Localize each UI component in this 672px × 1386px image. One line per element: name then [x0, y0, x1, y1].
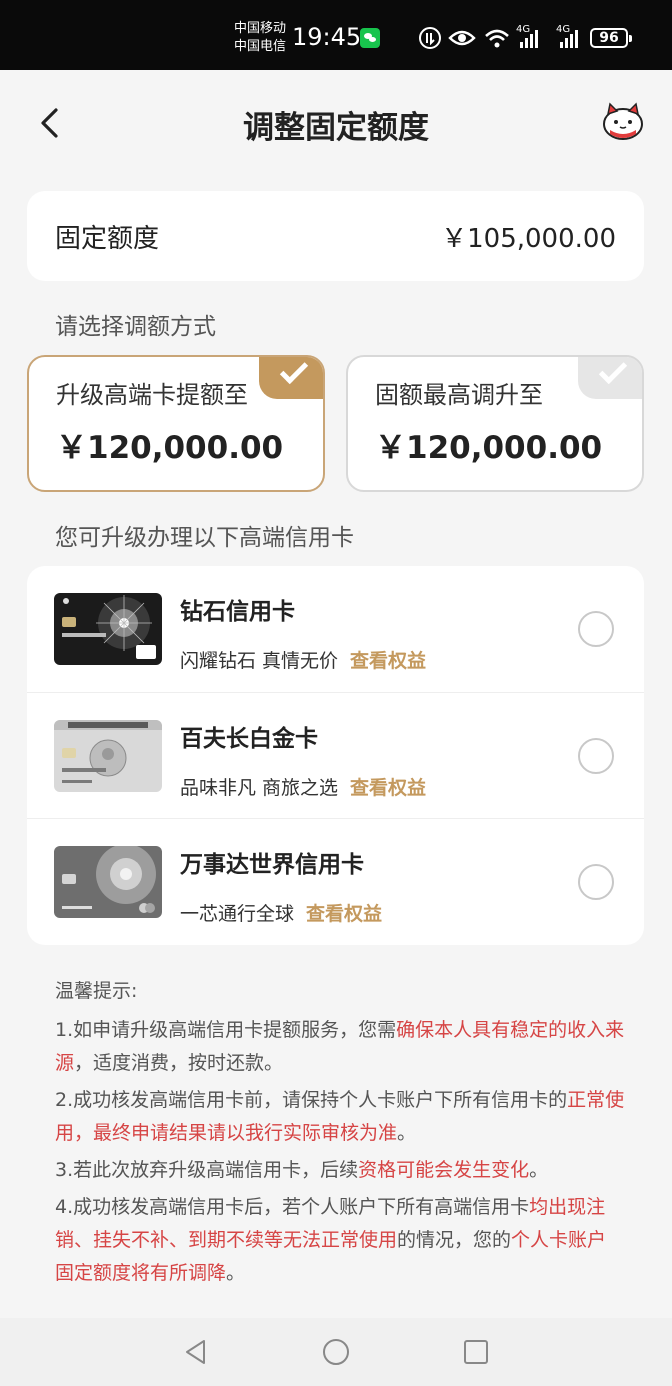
- carrier-info: 中国移动 中国电信: [234, 20, 286, 56]
- tip-text: 。: [397, 1122, 417, 1144]
- wifi-icon: [485, 29, 509, 48]
- checkmark-icon: [578, 357, 642, 399]
- tip-text: 1.如申请升级高端信用卡提额服务，您需: [55, 1019, 397, 1041]
- list-item[interactable]: 百夫长白金卡 品味非凡 商旅之选 查看权益: [27, 692, 644, 818]
- nfc-icon: [419, 27, 441, 49]
- upgrade-cards-label: 您可升级办理以下高端信用卡: [55, 525, 354, 551]
- fixed-quota-card: 固定额度 ￥105,000.00: [27, 191, 644, 281]
- nav-home-icon[interactable]: [322, 1338, 350, 1366]
- card-name: 百夫长白金卡: [180, 726, 318, 752]
- view-benefits-link[interactable]: 查看权益: [350, 650, 426, 672]
- card-tagline: 品味非凡 商旅之选: [180, 777, 339, 799]
- clock: 19:45: [292, 23, 362, 51]
- option-value: ￥120,000.00: [375, 430, 603, 466]
- card-desc: 品味非凡 商旅之选 查看权益: [180, 773, 426, 800]
- list-item[interactable]: 万事达世界信用卡 一芯通行全球 查看权益: [27, 818, 644, 944]
- card-radio[interactable]: [578, 864, 614, 900]
- option-title: 升级高端卡提额至: [56, 381, 248, 409]
- card-name: 万事达世界信用卡: [180, 852, 364, 878]
- card-desc: 一芯通行全球 查看权益: [180, 899, 382, 926]
- card-tagline: 闪耀钻石 真情无价: [180, 650, 339, 672]
- fixed-quota-label: 固定额度: [55, 224, 160, 254]
- card-name: 钻石信用卡: [180, 599, 295, 625]
- view-benefits-link[interactable]: 查看权益: [306, 903, 382, 925]
- signal-bars-2-icon: [560, 30, 578, 48]
- tip-2: 2.成功核发高端信用卡前，请保持个人卡账户下所有信用卡的正常使用，最终申请结果请…: [55, 1084, 625, 1150]
- mascot-icon[interactable]: [600, 102, 646, 142]
- choose-method-label: 请选择调额方式: [55, 314, 216, 340]
- card-tagline: 一芯通行全球: [180, 903, 295, 925]
- nav-recents-icon[interactable]: [462, 1338, 490, 1366]
- status-bar: 中国移动 中国电信 19:45 4G 4G 96: [0, 0, 672, 70]
- mastercard-world-card-image: [54, 846, 162, 918]
- eye-icon: [448, 30, 476, 46]
- tips-title: 温馨提示:: [55, 980, 138, 1002]
- tip-text: 的情况，您的: [397, 1229, 512, 1251]
- card-list: 钻石信用卡 闪耀钻石 真情无价 查看权益 百夫长白金卡 品味非凡 商旅之选 查看权益: [27, 566, 644, 945]
- tips-section: 温馨提示: 1.如申请升级高端信用卡提额服务，您需确保本人具有稳定的收入来源，适…: [55, 975, 625, 1294]
- tip-text: ，适度消费，按时还款。: [74, 1052, 284, 1074]
- header: 调整固定额度: [0, 70, 672, 170]
- wechat-icon: [360, 28, 380, 48]
- nav-back-icon[interactable]: [182, 1338, 210, 1366]
- view-benefits-link[interactable]: 查看权益: [350, 777, 426, 799]
- centurion-card-image: [54, 720, 162, 792]
- tip-3: 3.若此次放弃升级高端信用卡，后续资格可能会发生变化。: [55, 1154, 625, 1187]
- carrier-2: 中国电信: [234, 39, 287, 54]
- tip-text: 。: [226, 1262, 246, 1284]
- page-title: 调整固定额度: [243, 110, 429, 146]
- battery-icon: 96: [590, 28, 632, 48]
- option-title: 固额最高调升至: [375, 381, 543, 409]
- fixed-quota-value: ￥105,000.00: [441, 224, 616, 254]
- carrier-1: 中国移动: [234, 21, 287, 36]
- tip-text: 2.成功核发高端信用卡前，请保持个人卡账户下所有信用卡的: [55, 1089, 568, 1111]
- tip-text: 。: [529, 1159, 549, 1181]
- option-raise-fixed[interactable]: 固额最高调升至 ￥120,000.00: [346, 355, 644, 492]
- list-item[interactable]: 钻石信用卡 闪耀钻石 真情无价 查看权益: [27, 566, 644, 692]
- system-nav-bar: [0, 1318, 672, 1386]
- tip-highlight: 资格可能会发生变化: [358, 1159, 530, 1181]
- tip-1: 1.如申请升级高端信用卡提额服务，您需确保本人具有稳定的收入来源，适度消费，按时…: [55, 1014, 625, 1080]
- tip-4: 4.成功核发高端信用卡后，若个人账户下所有高端信用卡均出现注销、挂失不补、到期不…: [55, 1191, 625, 1290]
- signal-bars-1-icon: [520, 30, 538, 48]
- tip-text: 3.若此次放弃升级高端信用卡，后续: [55, 1159, 359, 1181]
- option-value: ￥120,000.00: [56, 430, 284, 466]
- tip-text: 4.成功核发高端信用卡后，若个人账户下所有高端信用卡: [55, 1196, 530, 1218]
- card-radio[interactable]: [578, 738, 614, 774]
- option-upgrade-card[interactable]: 升级高端卡提额至 ￥120,000.00: [27, 355, 325, 492]
- card-radio[interactable]: [578, 611, 614, 647]
- checkmark-icon: [259, 357, 323, 399]
- card-desc: 闪耀钻石 真情无价 查看权益: [180, 646, 426, 673]
- diamond-card-image: [54, 593, 162, 665]
